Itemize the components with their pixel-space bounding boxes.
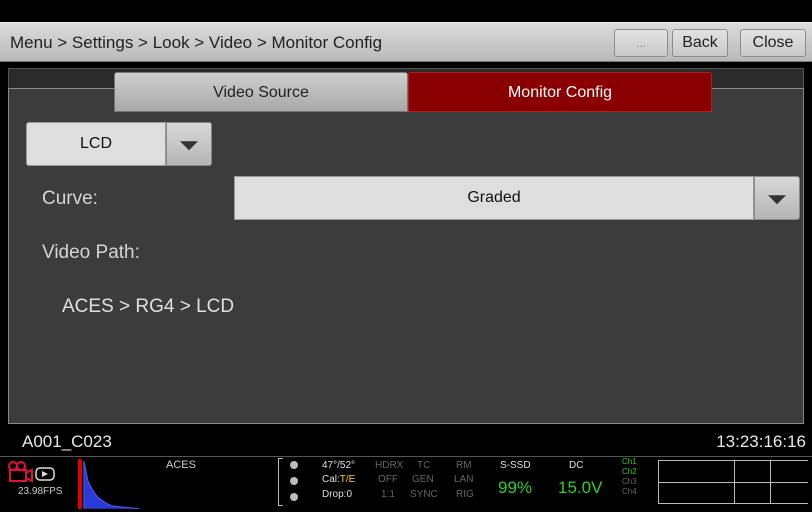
camera-record-icon[interactable] (8, 461, 56, 483)
audio-meter (658, 460, 808, 504)
chevron-down-icon (768, 195, 786, 205)
media-remaining: 99% (498, 478, 533, 497)
channel-1: Ch1 (622, 457, 637, 466)
clip-name: A001_C023 (22, 432, 112, 451)
close-button[interactable]: Close (740, 29, 806, 57)
monitor-select[interactable]: LCD (26, 122, 166, 166)
power-voltage: 15.0V (558, 478, 603, 497)
curve-dropdown-button[interactable] (754, 176, 800, 220)
title-bar: Menu > Settings > Look > Video > Monitor… (0, 22, 812, 62)
status-dot (290, 477, 298, 485)
fps-readout: 23.98FPS (18, 486, 63, 497)
sensor-temp: 47°/52° (322, 460, 356, 471)
curve-label: Curve: (42, 188, 98, 209)
sync-label: SYNC (410, 489, 438, 500)
media-label: S-SSD (500, 460, 531, 471)
tab-video-source[interactable]: Video Source (114, 72, 408, 112)
channel-2: Ch2 (622, 467, 637, 476)
aspect-ratio: 1:1 (381, 489, 395, 500)
channel-4: Ch4 (622, 487, 637, 496)
monitor-select-dropdown-button[interactable] (166, 122, 212, 166)
video-path-label: Video Path: (42, 242, 140, 263)
hdrx-label: HDRX (375, 460, 404, 471)
divider (278, 458, 283, 506)
tab-monitor-config[interactable]: Monitor Config (408, 72, 712, 112)
more-button[interactable]: ... (614, 29, 668, 57)
back-button[interactable]: Back (672, 29, 728, 57)
color-space: ACES (166, 459, 196, 471)
status-dot (290, 461, 298, 469)
status-dot (290, 493, 298, 501)
rig-label: RIG (456, 489, 474, 500)
dropped-frames: Drop:0 (322, 489, 353, 500)
hdrx-value: OFF (378, 474, 398, 485)
chevron-down-icon (180, 141, 198, 151)
video-path-value: ACES > RG4 > LCD (62, 296, 235, 317)
lan-label: LAN (454, 474, 474, 485)
curve-select[interactable]: Graded (234, 176, 754, 220)
tc-label: TC (417, 460, 431, 471)
tc-gen: GEN (412, 474, 434, 485)
breadcrumb: Menu > Settings > Look > Video > Monitor… (10, 33, 383, 52)
calibration: Cal:T/E (322, 474, 355, 485)
rm-label: RM (456, 460, 472, 471)
cal-label: Cal: (322, 474, 340, 485)
power-label: DC (569, 460, 584, 471)
channel-3: Ch3 (622, 477, 637, 486)
timecode: 13:23:16:16 (716, 432, 806, 451)
cal-value: T/E (339, 474, 356, 485)
